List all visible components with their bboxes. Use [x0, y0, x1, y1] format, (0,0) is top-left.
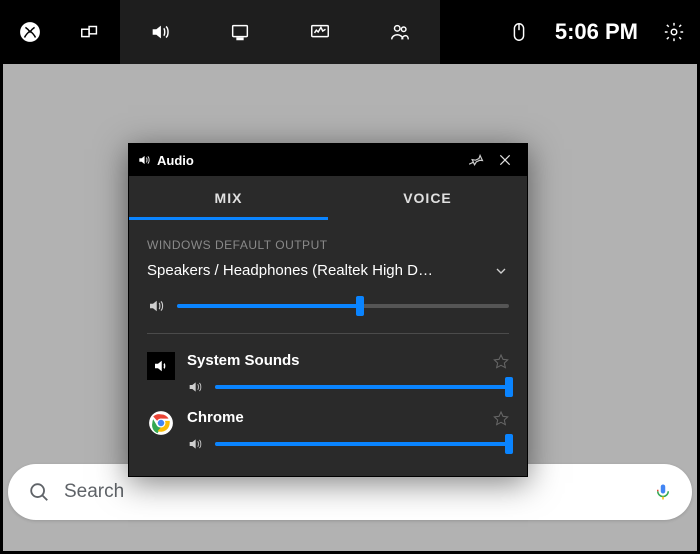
favorite-star-button[interactable]: [493, 353, 509, 369]
quick-actions-group: [120, 0, 440, 64]
output-device-selector[interactable]: Speakers / Headphones (Realtek High D…: [147, 262, 509, 279]
master-volume-row: [147, 297, 509, 315]
audio-panel: Audio MIX VOICE WINDOWS DEFAULT OUTPUT S…: [128, 143, 528, 477]
social-button[interactable]: [360, 0, 440, 64]
favorite-star-button[interactable]: [493, 410, 509, 426]
pin-button[interactable]: [463, 146, 491, 174]
app-volume-slider[interactable]: [215, 385, 509, 389]
divider: [147, 333, 509, 334]
app-name-label: System Sounds: [187, 352, 493, 369]
app-row-chrome: Chrome: [147, 409, 509, 452]
speaker-icon[interactable]: [187, 379, 203, 395]
audio-icon: [137, 153, 151, 167]
mic-icon[interactable]: [654, 481, 672, 503]
output-section-label: WINDOWS DEFAULT OUTPUT: [147, 238, 509, 252]
widgets-button[interactable]: [60, 0, 120, 64]
panel-title: Audio: [157, 153, 463, 168]
output-device-name: Speakers / Headphones (Realtek High D…: [147, 262, 493, 279]
search-placeholder: Search: [64, 481, 654, 503]
tab-mix[interactable]: MIX: [129, 176, 328, 220]
chrome-icon: [147, 409, 175, 437]
settings-button[interactable]: [656, 0, 692, 64]
close-button[interactable]: [491, 146, 519, 174]
app-row-system-sounds: System Sounds: [147, 352, 509, 395]
xbox-button[interactable]: [0, 0, 60, 64]
speaker-icon[interactable]: [147, 297, 165, 315]
system-sounds-icon: [147, 352, 175, 380]
mouse-button[interactable]: [501, 0, 537, 64]
app-name-label: Chrome: [187, 409, 493, 426]
capture-button[interactable]: [200, 0, 280, 64]
chevron-down-icon: [493, 263, 509, 279]
audio-button[interactable]: [120, 0, 200, 64]
search-icon: [28, 481, 50, 503]
tab-voice[interactable]: VOICE: [328, 176, 527, 220]
panel-titlebar[interactable]: Audio: [129, 144, 527, 176]
panel-tabs: MIX VOICE: [129, 176, 527, 220]
clock: 5:06 PM: [545, 19, 648, 45]
speaker-icon[interactable]: [187, 436, 203, 452]
app-volume-slider[interactable]: [215, 442, 509, 446]
game-bar-top: 5:06 PM: [0, 0, 700, 64]
master-volume-slider[interactable]: [177, 304, 509, 308]
performance-button[interactable]: [280, 0, 360, 64]
